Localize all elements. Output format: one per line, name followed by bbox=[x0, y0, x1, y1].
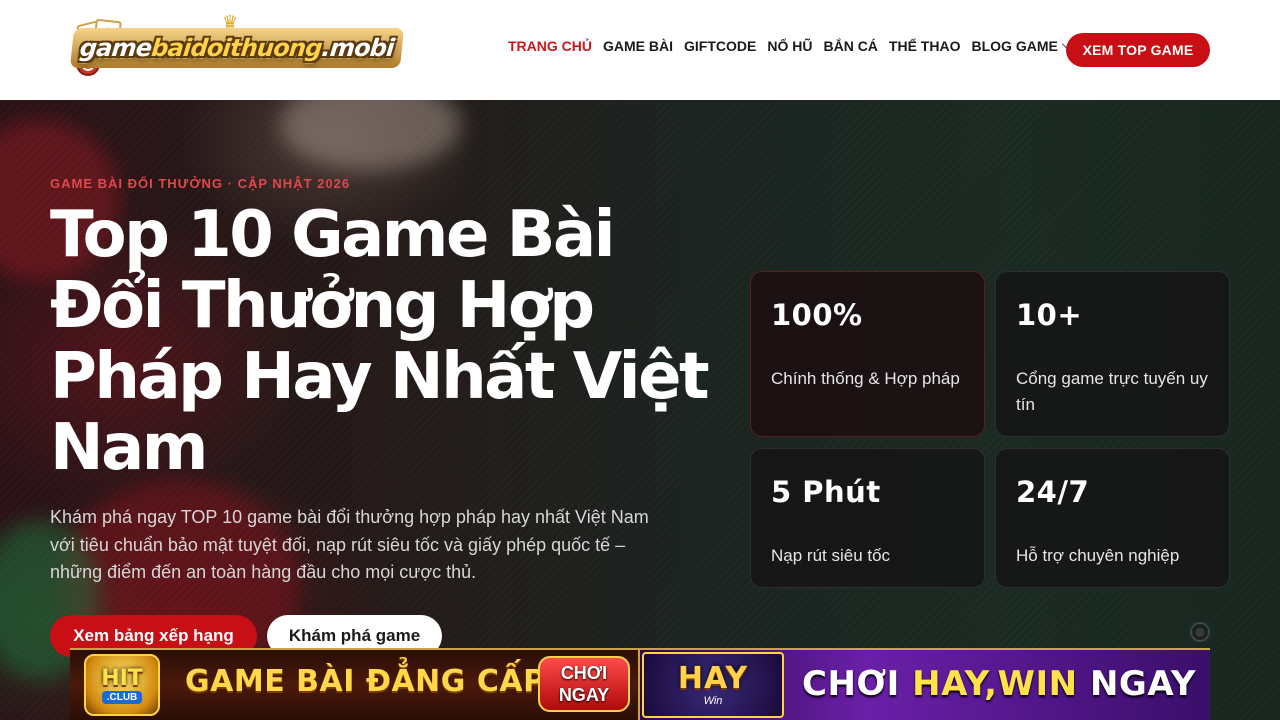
hero-eyebrow: GAME BÀI ĐỔI THƯỞNG · CẬP NHẬT 2026 bbox=[50, 176, 351, 191]
hit-club-logo-main: HIT bbox=[101, 665, 143, 691]
close-ad-icon[interactable]: ⊗ bbox=[1190, 622, 1210, 642]
ad-banner[interactable]: HIT .CLUB GAME BÀI ĐẲNG CẤP CHƠI NGAY HA… bbox=[70, 648, 1210, 720]
hay-win-logo-main: HAY bbox=[677, 661, 749, 696]
stat-card: 24/7 Hỗ trợ chuyên nghiệp bbox=[995, 448, 1230, 588]
nav-item-blog-game-label: BLOG GAME bbox=[971, 38, 1058, 54]
stat-label: Nạp rút siêu tốc bbox=[771, 546, 891, 565]
stat-label: Hỗ trợ chuyên nghiệp bbox=[1016, 546, 1180, 565]
view-top-game-button[interactable]: XEM TOP GAME bbox=[1066, 33, 1210, 67]
hit-club-logo-sub: .CLUB bbox=[101, 690, 143, 704]
hit-club-logo: HIT .CLUB bbox=[84, 654, 160, 716]
stat-value: 5 Phút bbox=[771, 475, 881, 509]
nav-item-no-hu[interactable]: NỔ HŨ bbox=[767, 38, 812, 54]
hero-description: Khám phá ngay TOP 10 game bài đổi thưởng… bbox=[50, 507, 649, 582]
stat-label: Cổng game trực tuyến uy tín bbox=[1016, 369, 1208, 414]
hay-win-logo-sub: Win bbox=[703, 695, 723, 707]
stat-card: 5 Phút Nạp rút siêu tốc bbox=[750, 448, 985, 588]
nav-item-giftcode[interactable]: GIFTCODE bbox=[684, 38, 756, 54]
stat-card: 100% Chính thống & Hợp pháp bbox=[750, 271, 985, 437]
site-logo[interactable]: A ♠ ♛ gamebaidoithuong.mobi bbox=[69, 12, 404, 84]
stat-card: 10+ Cổng game trực tuyến uy tín bbox=[995, 271, 1230, 437]
hay-win-logo: HAY Win bbox=[642, 652, 784, 718]
main-nav: TRANG CHỦ GAME BÀI GIFTCODE NỔ HŨ BẮN CÁ… bbox=[508, 38, 1080, 54]
stat-label: Chính thống & Hợp pháp bbox=[771, 369, 960, 388]
site-header: A ♠ ♛ gamebaidoithuong.mobi TRANG CHỦ GA… bbox=[0, 0, 1280, 100]
logo-text: gamebaidoithuong.mobi bbox=[69, 28, 404, 68]
hero-title: Top 10 Game Bài Đổi Thưởng Hợp Pháp Hay … bbox=[50, 198, 710, 485]
hay-win-tagline: CHƠI HAY,WIN NGAY bbox=[802, 664, 1197, 704]
play-now-line2: NGAY bbox=[558, 685, 610, 705]
nav-item-the-thao[interactable]: THỂ THAO bbox=[889, 38, 961, 54]
hit-club-banner[interactable]: HIT .CLUB GAME BÀI ĐẲNG CẤP CHƠI NGAY bbox=[70, 650, 640, 720]
play-now-button[interactable]: CHƠI NGAY bbox=[538, 656, 630, 712]
nav-item-ban-ca[interactable]: BẮN CÁ bbox=[823, 38, 877, 54]
stat-value: 100% bbox=[771, 298, 863, 332]
background-chip bbox=[280, 100, 460, 170]
hero-section: GAME BÀI ĐỔI THƯỞNG · CẬP NHẬT 2026 Top … bbox=[0, 100, 1280, 720]
hit-club-tagline: GAME BÀI ĐẲNG CẤP bbox=[185, 664, 546, 699]
stat-value: 10+ bbox=[1016, 298, 1083, 332]
nav-item-game-bai[interactable]: GAME BÀI bbox=[603, 38, 673, 54]
hay-win-banner[interactable]: HAY Win CHƠI HAY,WIN NGAY bbox=[640, 650, 1210, 720]
nav-item-blog-game[interactable]: BLOG GAME bbox=[971, 38, 1071, 54]
stat-value: 24/7 bbox=[1016, 475, 1090, 509]
nav-item-home[interactable]: TRANG CHỦ bbox=[508, 38, 592, 54]
play-now-line1: CHƠI bbox=[560, 663, 608, 683]
